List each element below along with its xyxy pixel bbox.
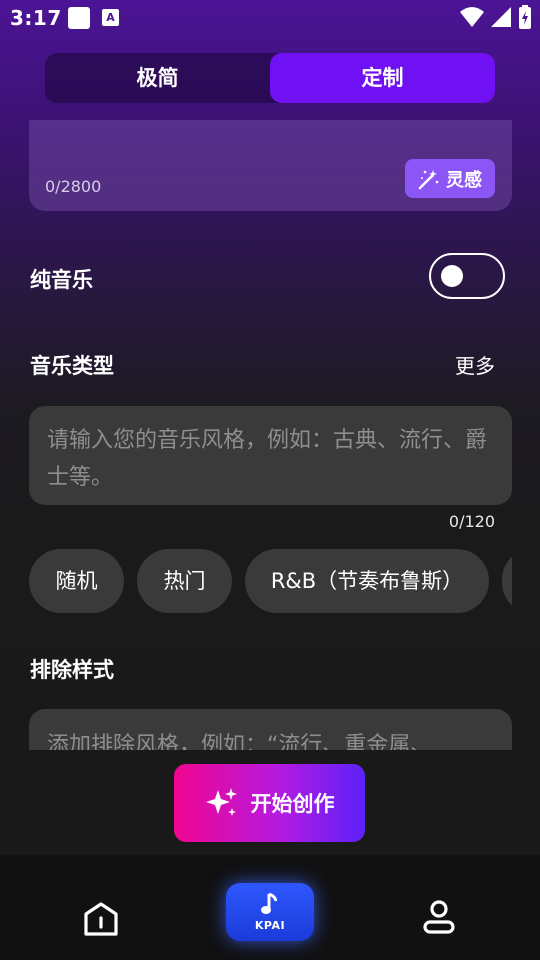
music-note-icon — [261, 892, 278, 914]
status-bar: 3:17 A — [0, 0, 540, 38]
nav-home-icon[interactable] — [83, 901, 119, 937]
exclude-label: 排除样式 — [30, 658, 114, 682]
tab-custom[interactable]: 定制 — [270, 53, 495, 103]
genre-input[interactable]: 请输入您的音乐风格，例如：古典、流行、爵士等。 — [29, 406, 512, 505]
start-create-button[interactable]: 开始创作 — [174, 764, 365, 842]
inspiration-button[interactable]: 灵感 — [405, 159, 495, 198]
mode-tabs: 极简 定制 — [45, 53, 495, 103]
pure-music-label: 纯音乐 — [30, 268, 93, 292]
signal-icon — [491, 7, 511, 27]
lyrics-char-count: 0/2800 — [45, 177, 102, 196]
nav-kpai-button[interactable]: KPAI — [226, 883, 314, 941]
tab-simple[interactable]: 极简 — [45, 53, 270, 103]
inspiration-label: 灵感 — [446, 169, 482, 191]
battery-icon — [519, 5, 531, 29]
pure-music-toggle[interactable] — [429, 253, 505, 299]
exclude-input[interactable]: 添加排除风格，例如：“流行、重金属、 — [29, 709, 512, 750]
status-icons — [460, 5, 532, 29]
sparkle-icon — [205, 788, 237, 816]
genre-char-count: 0/120 — [448, 512, 495, 531]
nav-profile-icon[interactable] — [422, 899, 456, 935]
more-genres-link[interactable]: 更多 — [455, 350, 495, 379]
nav-kpai-label: KPAI — [254, 919, 286, 932]
magic-wand-icon — [418, 169, 439, 189]
start-create-label: 开始创作 — [250, 792, 335, 816]
chip-more[interactable] — [502, 549, 512, 613]
chip-random[interactable]: 随机 — [29, 549, 124, 613]
chip-rnb[interactable]: R&B（节奏布鲁斯） — [245, 549, 489, 613]
wifi-icon — [460, 7, 484, 27]
genre-chips: 随机 热门 R&B（节奏布鲁斯） — [29, 549, 512, 615]
toggle-knob — [441, 265, 463, 287]
lyrics-input[interactable]: 0/2800 灵感 — [29, 120, 512, 211]
chip-hot[interactable]: 热门 — [137, 549, 232, 613]
notification-icon — [68, 7, 90, 29]
status-time: 3:17 — [10, 6, 62, 30]
app-notification-icon: A — [102, 9, 119, 26]
genre-label: 音乐类型 — [30, 354, 114, 378]
